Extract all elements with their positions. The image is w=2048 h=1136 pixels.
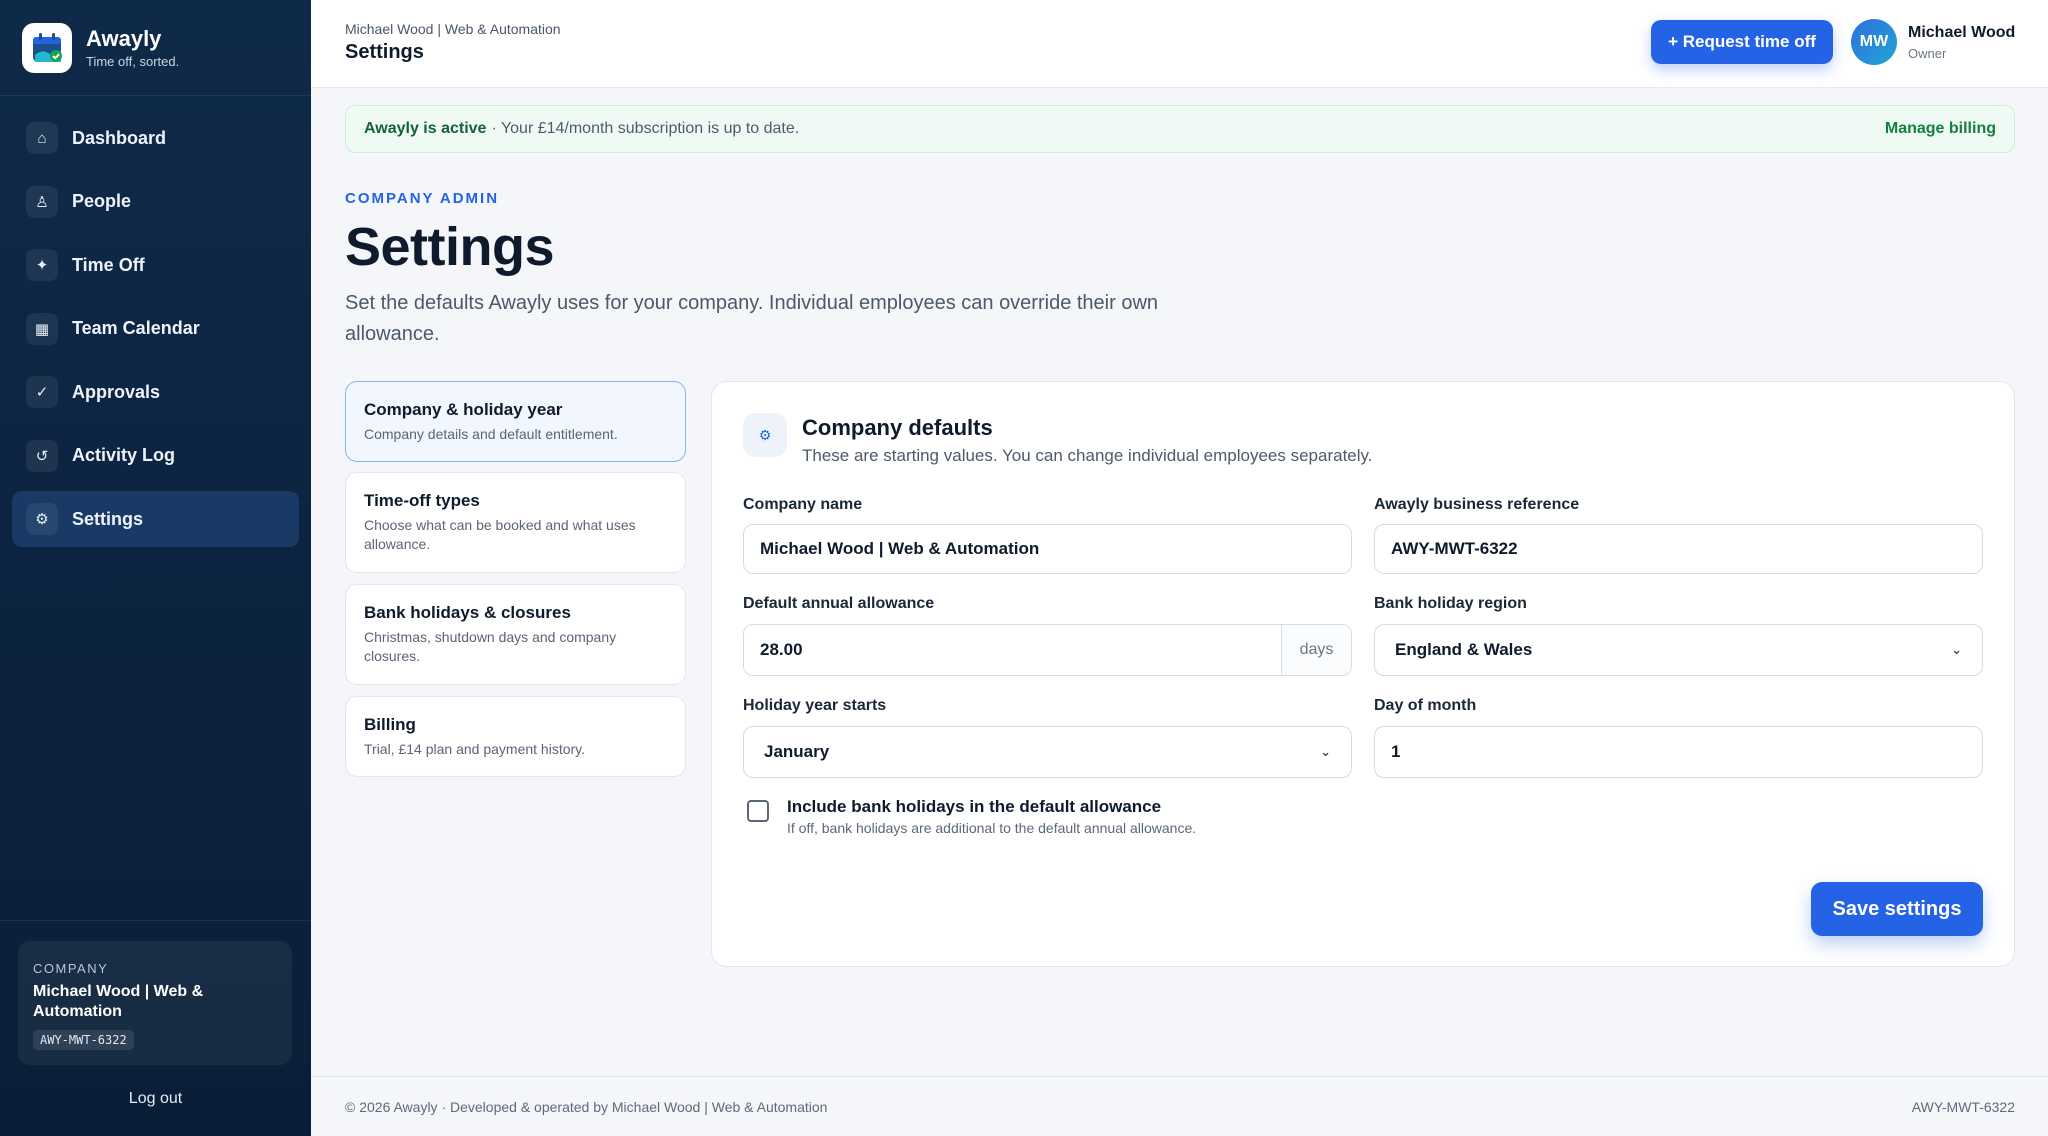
tab-title: Bank holidays & closures bbox=[364, 603, 571, 622]
chevron-down-icon: ⌄ bbox=[1320, 744, 1331, 759]
year-start-value: January bbox=[764, 742, 830, 761]
company-card: COMPANY Michael Wood | Web & Automation … bbox=[18, 941, 292, 1065]
sidebar-item-team-calendar[interactable]: ▦ Team Calendar bbox=[12, 301, 299, 357]
tab-billing[interactable]: Billing Trial, £14 plan and payment hist… bbox=[345, 696, 686, 777]
tab-description: Company details and default entitlement. bbox=[364, 426, 618, 442]
brand[interactable]: Awayly Time off, sorted. bbox=[0, 0, 311, 96]
footer-copyright: © 2026 Awayly · Developed & operated by … bbox=[345, 1099, 828, 1115]
tab-time-off-types[interactable]: Time-off types Choose what can be booked… bbox=[345, 472, 686, 573]
region-value: England & Wales bbox=[1395, 640, 1533, 659]
avatar[interactable]: MW bbox=[1851, 19, 1897, 65]
sidebar-item-label: Dashboard bbox=[72, 127, 167, 148]
sparkle-icon: ✦ bbox=[26, 249, 58, 281]
business-ref-input[interactable] bbox=[1374, 524, 1983, 574]
page-description: Set the defaults Awayly uses for your co… bbox=[345, 292, 1159, 345]
brand-tagline: Time off, sorted. bbox=[86, 54, 180, 69]
request-time-off-button[interactable]: + Request time off bbox=[1651, 20, 1833, 64]
banner-status: Awayly is active bbox=[364, 120, 487, 137]
sidebar-item-label: Approvals bbox=[72, 381, 161, 402]
allowance-unit: days bbox=[1281, 625, 1351, 675]
sidebar-item-settings[interactable]: ⚙ Settings bbox=[12, 491, 299, 547]
settings-icon: ⚙ bbox=[743, 413, 787, 457]
top-header: Michael Wood | Web & Automation Settings… bbox=[311, 0, 2048, 88]
sidebar-item-label: Time Off bbox=[72, 254, 145, 275]
save-settings-button[interactable]: Save settings bbox=[1811, 882, 1983, 936]
calendar-check-logo-icon bbox=[22, 22, 72, 73]
tab-description: Trial, £14 plan and payment history. bbox=[364, 741, 586, 757]
region-select[interactable]: England & Wales ⌄ bbox=[1374, 624, 1983, 676]
check-icon: ✓ bbox=[26, 376, 58, 408]
sidebar-item-label: People bbox=[72, 191, 132, 211]
sidebar-footer: COMPANY Michael Wood | Web & Automation … bbox=[0, 920, 311, 1136]
page-title: Settings bbox=[345, 217, 555, 277]
user-name: Michael Wood bbox=[1908, 24, 2016, 41]
sidebar-item-approvals[interactable]: ✓ Approvals bbox=[12, 364, 299, 420]
tab-description: Christmas, shutdown days and company clo… bbox=[364, 629, 617, 664]
calendar-icon: ▦ bbox=[26, 312, 58, 345]
card-subtitle: These are starting values. You can chang… bbox=[802, 446, 1373, 465]
sidebar-item-label: Settings bbox=[72, 508, 144, 529]
banner-text: · Your £14/month subscription is up to d… bbox=[491, 120, 800, 137]
day-of-month-label: Day of month bbox=[1374, 697, 1477, 714]
manage-billing-link[interactable]: Manage billing bbox=[1885, 120, 1996, 138]
settings-icon: ⚙ bbox=[26, 503, 58, 535]
company-ref-badge: AWY-MWT-6322 bbox=[33, 1030, 134, 1050]
tab-company-holiday-year[interactable]: Company & holiday year Company details a… bbox=[345, 381, 686, 462]
tab-description: Choose what can be booked and what uses … bbox=[364, 517, 636, 552]
company-kicker: COMPANY bbox=[33, 961, 109, 976]
allowance-field: days bbox=[743, 624, 1352, 676]
year-start-label: Holiday year starts bbox=[743, 697, 887, 714]
brand-name: Awayly bbox=[86, 26, 162, 51]
sidebar-item-people[interactable]: ♙ People bbox=[12, 174, 299, 230]
page-kicker: COMPANY ADMIN bbox=[345, 190, 500, 207]
company-name-input[interactable] bbox=[743, 524, 1352, 574]
company-name: Michael Wood | Web & Automation bbox=[33, 983, 204, 1020]
footer-ref: AWY-MWT-6322 bbox=[1911, 1099, 2015, 1115]
sidebar-item-dashboard[interactable]: ⌂ Dashboard bbox=[12, 110, 299, 166]
home-icon: ⌂ bbox=[26, 122, 58, 154]
subscription-banner: Awayly is active · Your £14/month subscr… bbox=[345, 105, 2015, 153]
sidebar-nav: ⌂ Dashboard ♙ People ✦ Time Off ▦ Team C… bbox=[0, 96, 311, 547]
tab-title: Billing bbox=[364, 715, 416, 734]
people-icon: ♙ bbox=[26, 185, 58, 218]
include-bank-holidays-label: Include bank holidays in the default all… bbox=[787, 797, 1162, 816]
logout-link[interactable]: Log out bbox=[0, 1090, 311, 1108]
allowance-input[interactable] bbox=[744, 625, 1281, 675]
region-label: Bank holiday region bbox=[1374, 595, 1527, 612]
sidebar: Awayly Time off, sorted. ⌂ Dashboard ♙ P… bbox=[0, 0, 311, 1136]
include-bank-holidays-checkbox[interactable] bbox=[747, 800, 769, 822]
allowance-label: Default annual allowance bbox=[743, 595, 935, 612]
company-name-label: Company name bbox=[743, 496, 863, 513]
company-defaults-card: ⚙ Company defaults These are starting va… bbox=[711, 381, 2015, 967]
page-footer: © 2026 Awayly · Developed & operated by … bbox=[311, 1076, 2048, 1136]
sidebar-item-label: Team Calendar bbox=[72, 318, 200, 338]
user-role: Owner bbox=[1908, 46, 1947, 61]
history-icon: ↺ bbox=[26, 439, 58, 472]
year-start-select[interactable]: January ⌄ bbox=[743, 726, 1352, 778]
sidebar-item-label: Activity Log bbox=[72, 445, 176, 465]
day-of-month-input[interactable] bbox=[1374, 726, 1983, 778]
chevron-down-icon: ⌄ bbox=[1951, 642, 1962, 657]
card-title: Company defaults bbox=[802, 415, 993, 440]
header-title: Settings bbox=[345, 41, 424, 63]
tab-title: Time-off types bbox=[364, 491, 480, 510]
sidebar-item-time-off[interactable]: ✦ Time Off bbox=[12, 237, 299, 293]
breadcrumb: Michael Wood | Web & Automation bbox=[345, 21, 561, 37]
sidebar-item-activity-log[interactable]: ↺ Activity Log bbox=[12, 428, 299, 484]
business-ref-label: Awayly business reference bbox=[1374, 496, 1580, 513]
include-bank-holidays-desc: If off, bank holidays are additional to … bbox=[787, 820, 1197, 836]
tab-bank-holidays-closures[interactable]: Bank holidays & closures Christmas, shut… bbox=[345, 584, 686, 685]
tab-title: Company & holiday year bbox=[364, 400, 563, 419]
